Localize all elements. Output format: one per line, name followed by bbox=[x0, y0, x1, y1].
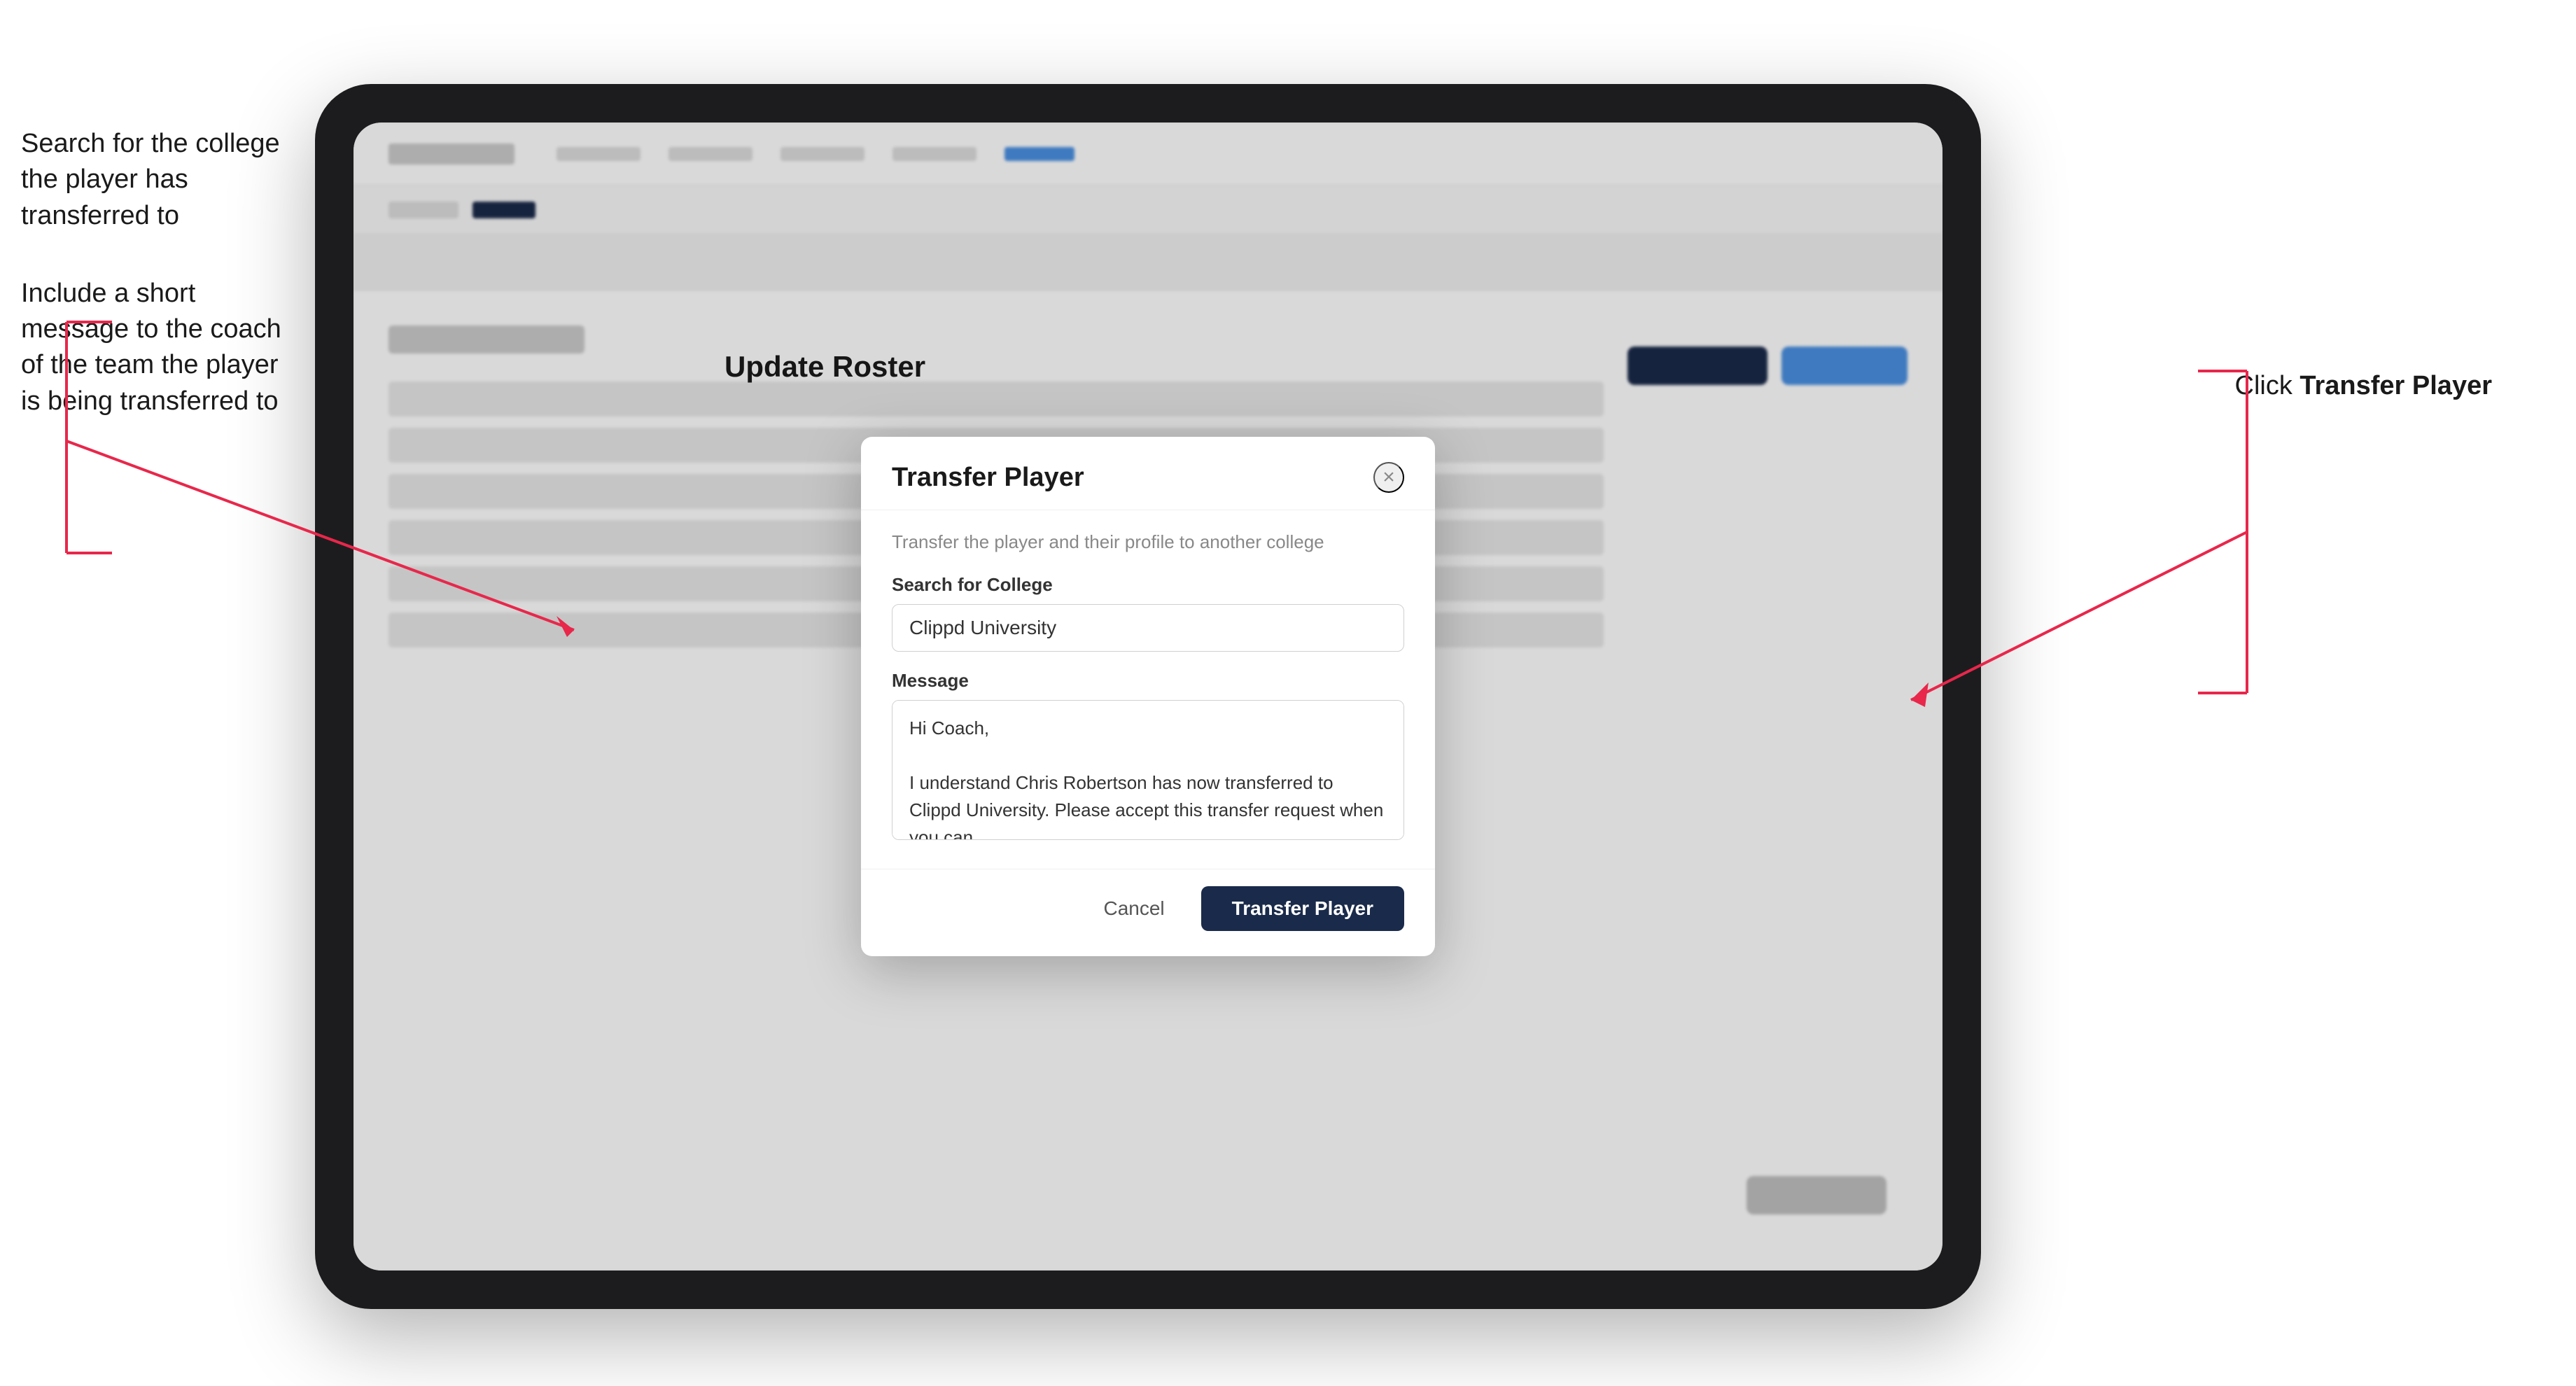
search-college-input[interactable] bbox=[892, 604, 1404, 652]
message-textarea[interactable]: Hi Coach, I understand Chris Robertson h… bbox=[892, 700, 1404, 840]
search-college-label: Search for College bbox=[892, 574, 1404, 596]
tablet-screen: Update Roster Transfer Player × Transfer… bbox=[354, 122, 1942, 1270]
annotation-search-text: Search for the college the player has tr… bbox=[21, 126, 294, 234]
cancel-button[interactable]: Cancel bbox=[1086, 888, 1181, 930]
modal-title: Transfer Player bbox=[892, 463, 1084, 493]
transfer-player-modal: Transfer Player × Transfer the player an… bbox=[861, 437, 1435, 956]
tablet-frame: Update Roster Transfer Player × Transfer… bbox=[315, 84, 1981, 1309]
modal-body: Transfer the player and their profile to… bbox=[861, 510, 1435, 869]
annotation-message-text: Include a short message to the coach of … bbox=[21, 276, 294, 419]
transfer-player-button[interactable]: Transfer Player bbox=[1201, 886, 1404, 931]
annotation-right: Click Transfer Player bbox=[2235, 371, 2493, 401]
modal-header: Transfer Player × bbox=[861, 437, 1435, 510]
annotation-click-text: Click Transfer Player bbox=[2235, 371, 2493, 400]
annotation-left: Search for the college the player has tr… bbox=[21, 126, 294, 461]
modal-description: Transfer the player and their profile to… bbox=[892, 531, 1404, 553]
modal-close-button[interactable]: × bbox=[1373, 462, 1404, 493]
message-label: Message bbox=[892, 670, 1404, 692]
modal-footer: Cancel Transfer Player bbox=[861, 869, 1435, 956]
modal-overlay: Transfer Player × Transfer the player an… bbox=[354, 122, 1942, 1270]
